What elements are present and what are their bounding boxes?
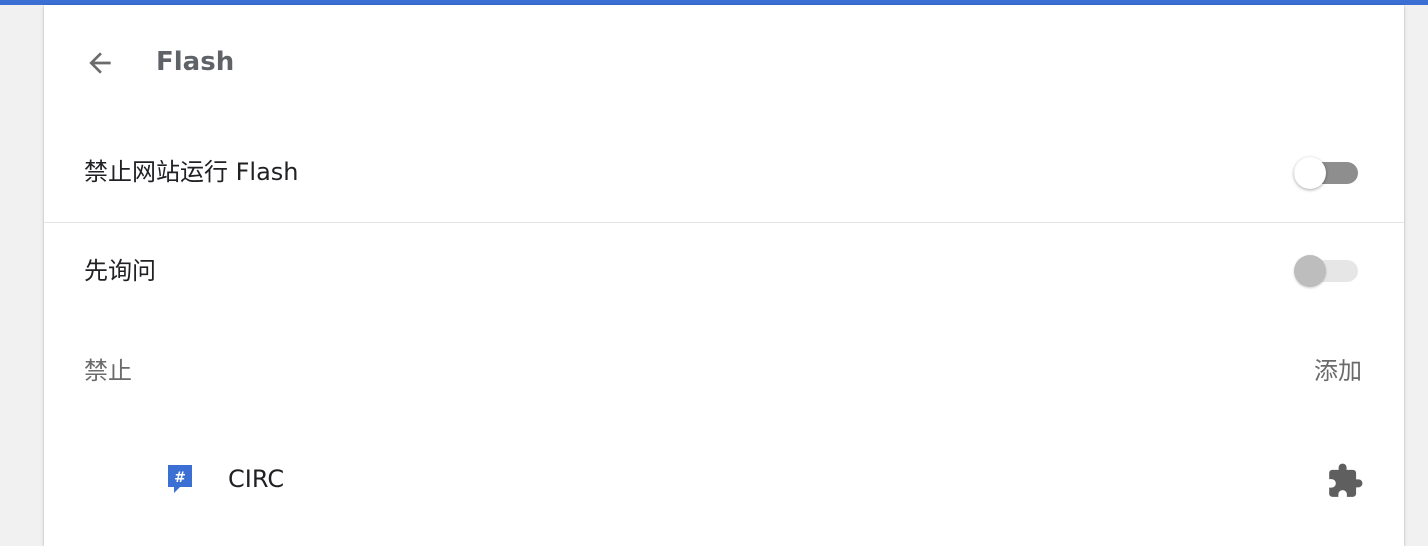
ask-first-label: 先询问 xyxy=(84,257,156,285)
arrow-back-icon xyxy=(89,52,111,74)
block-flash-toggle[interactable] xyxy=(1294,155,1358,191)
ask-first-row[interactable]: 先询问 xyxy=(44,223,1404,319)
toggle-knob xyxy=(1294,157,1326,189)
page-title: Flash xyxy=(156,47,235,77)
site-name: CIRC xyxy=(228,465,285,493)
block-section-title: 禁止 xyxy=(84,357,132,385)
circ-app-icon: # xyxy=(168,465,192,493)
svg-text:#: # xyxy=(174,470,186,486)
site-list-item[interactable]: # CIRC xyxy=(44,445,1404,515)
settings-card: Flash 禁止网站运行 Flash 先询问 禁止 添加 # CIRC xyxy=(44,5,1404,546)
back-button[interactable] xyxy=(80,43,120,83)
page-header: Flash xyxy=(44,5,1404,119)
toggle-knob xyxy=(1294,255,1326,287)
block-flash-label: 禁止网站运行 Flash xyxy=(84,158,299,186)
ask-first-toggle[interactable] xyxy=(1294,253,1358,289)
add-button[interactable]: 添加 xyxy=(1314,355,1362,387)
extension-puzzle-icon[interactable] xyxy=(1326,462,1364,500)
block-flash-row[interactable]: 禁止网站运行 Flash xyxy=(44,119,1404,223)
block-section-header: 禁止 添加 xyxy=(44,355,1404,395)
